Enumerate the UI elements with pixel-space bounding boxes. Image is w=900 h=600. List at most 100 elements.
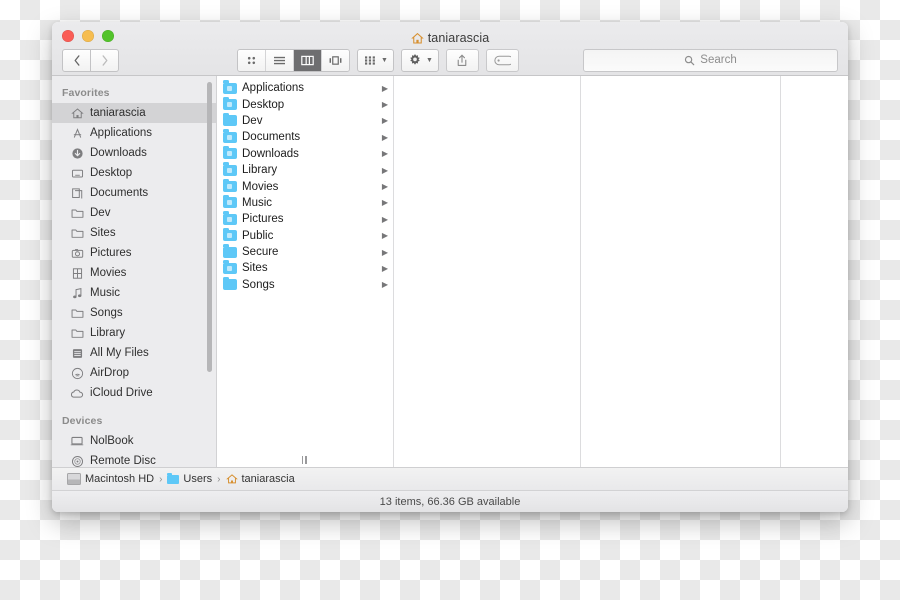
downloads-icon [70, 146, 84, 160]
sidebar-item-label: Music [90, 287, 121, 299]
sidebar-item-nolbook[interactable]: NolBook [52, 431, 216, 451]
desktop-icon [70, 166, 84, 180]
coverflow-view-button[interactable] [321, 49, 349, 71]
disc-icon [70, 454, 84, 467]
applications-icon [70, 126, 84, 140]
sidebar-item-label: Desktop [90, 167, 133, 179]
chevron-right-icon: ▶ [381, 116, 388, 126]
sidebar-item-movies[interactable]: Movies [52, 263, 216, 283]
search-input[interactable]: Search [583, 48, 838, 72]
column-view-button[interactable] [293, 49, 321, 71]
sidebar-item-music[interactable]: Music [52, 283, 216, 303]
list-item[interactable]: Music ▶ [217, 194, 393, 211]
path-segment-users[interactable]: Users [167, 472, 212, 485]
action-button[interactable]: ▼ [400, 48, 439, 72]
sidebar-item-songs[interactable]: Songs [52, 303, 216, 323]
chevron-right-icon: ▶ [381, 247, 388, 257]
list-item[interactable]: Downloads ▶ [217, 145, 393, 162]
sidebar-item-applications[interactable]: Applications [52, 123, 216, 143]
list-item[interactable]: Secure ▶ [217, 244, 393, 260]
sidebar-item-label: Sites [90, 227, 116, 239]
chevron-right-icon: ▶ [381, 165, 388, 175]
search-icon [685, 55, 695, 65]
list-item[interactable]: Pictures ▶ [217, 211, 393, 227]
sidebar-scrollbar[interactable] [207, 82, 212, 372]
chevron-right-icon: ▶ [381, 214, 388, 224]
path-segment-taniarascia[interactable]: taniarascia [225, 473, 295, 485]
file-name: Dev [242, 114, 263, 127]
list-item[interactable]: Songs ▶ [217, 276, 393, 293]
icon-view-button[interactable] [238, 49, 265, 71]
sidebar-item-library[interactable]: Library [52, 323, 216, 343]
sidebar-item-dev[interactable]: Dev [52, 203, 216, 223]
sidebar-item-label: iCloud Drive [90, 387, 153, 399]
list-item[interactable]: Public ▶ [217, 227, 393, 244]
list-item[interactable]: Movies ▶ [217, 178, 393, 194]
sidebar-item-sites[interactable]: Sites [52, 223, 216, 243]
list-item[interactable]: Library ▶ [217, 162, 393, 178]
folder-icon [167, 472, 180, 484]
laptop-icon [70, 434, 84, 448]
folder-desktop-icon [223, 96, 237, 111]
share-button[interactable] [445, 48, 479, 72]
column-resize-handle[interactable] [298, 455, 310, 465]
airdrop-icon [70, 366, 84, 380]
window-body: Favorites taniarascia Applications Downl… [52, 76, 848, 467]
sidebar-section-header-favorites: Favorites [62, 87, 110, 99]
sidebar-item-taniarascia[interactable]: taniarascia [52, 103, 216, 123]
sidebar-item-icloud-drive[interactable]: iCloud Drive [52, 383, 216, 403]
sidebar-item-remote-disc[interactable]: Remote Disc [52, 451, 216, 467]
file-name: Secure [242, 246, 279, 259]
folder-sites-icon [223, 260, 237, 274]
arrange-button[interactable]: ▼ [357, 48, 394, 72]
list-item[interactable]: Applications ▶ [217, 80, 393, 96]
list-item[interactable]: Desktop ▶ [217, 96, 393, 112]
home-icon [410, 32, 424, 45]
finder-window: taniarascia ▼ ▼ Search Favorites taniara… [52, 22, 848, 512]
list-item[interactable]: Sites ▶ [217, 260, 393, 276]
folder-icon [70, 226, 84, 240]
grid-icon [365, 55, 375, 65]
sidebar-item-documents[interactable]: Documents [52, 183, 216, 203]
back-button[interactable] [62, 48, 91, 72]
file-name: Desktop [242, 98, 285, 111]
chevron-right-icon: ▶ [381, 132, 388, 142]
chevron-right-icon: ▶ [381, 231, 388, 241]
sidebar-item-desktop[interactable]: Desktop [52, 163, 216, 183]
file-name: Applications [242, 82, 305, 95]
navigation-buttons [62, 48, 119, 72]
home-icon [225, 473, 238, 485]
folder-icon [223, 276, 237, 291]
folder-pictures-icon [223, 211, 237, 225]
column-2-preview[interactable] [394, 76, 581, 467]
chevron-right-icon: ▶ [381, 182, 388, 192]
chevron-right-icon: ▶ [381, 83, 388, 93]
sidebar-item-label: Dev [90, 207, 111, 219]
sidebar-item-label: AirDrop [90, 367, 129, 379]
file-name: Sites [242, 262, 268, 275]
list-item[interactable]: Documents ▶ [217, 129, 393, 145]
sidebar-item-pictures[interactable]: Pictures [52, 243, 216, 263]
tag-icon [494, 55, 511, 65]
disk-icon [67, 473, 81, 485]
file-name: Downloads [242, 147, 299, 160]
file-name: Movies [242, 180, 279, 193]
folder-icon [70, 306, 84, 320]
sidebar-item-all-my-files[interactable]: All My Files [52, 343, 216, 363]
column-4-preview[interactable] [781, 76, 848, 467]
chevron-down-icon: ▼ [381, 56, 388, 64]
list-item[interactable]: Dev ▶ [217, 112, 393, 129]
folder-documents-icon [223, 129, 237, 143]
sidebar-item-label: Songs [90, 307, 123, 319]
path-segment-macintosh-hd[interactable]: Macintosh HD [67, 473, 154, 485]
status-text: 13 items, 66.36 GB available [379, 495, 521, 508]
sidebar-item-airdrop[interactable]: AirDrop [52, 363, 216, 383]
column-3-preview[interactable] [581, 76, 781, 467]
sidebar-item-downloads[interactable]: Downloads [52, 143, 216, 163]
chevron-right-icon: ▶ [381, 198, 388, 208]
path-segment-label: Macintosh HD [85, 473, 155, 485]
view-mode-buttons [237, 48, 350, 72]
tag-button[interactable] [485, 48, 519, 72]
forward-button[interactable] [91, 48, 119, 72]
list-view-button[interactable] [265, 49, 293, 71]
